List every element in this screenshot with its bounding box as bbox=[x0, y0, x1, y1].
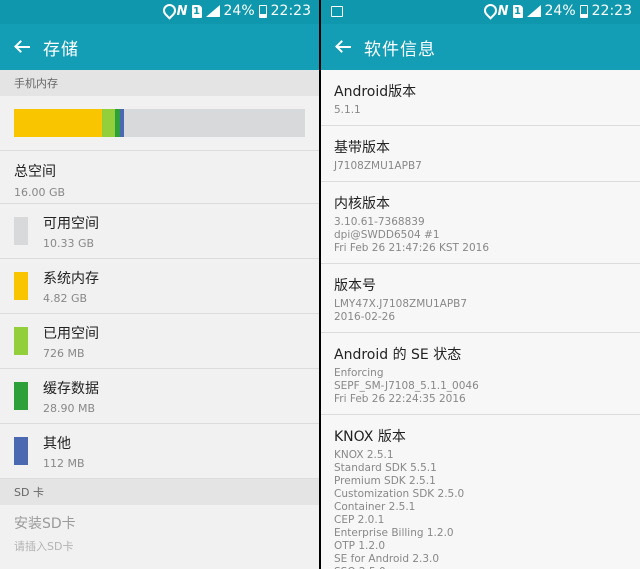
category-value: 4.82 GB bbox=[43, 291, 88, 305]
info-value-line: SE for Android 2.3.0 bbox=[334, 553, 440, 565]
system-swatch bbox=[14, 272, 28, 300]
location-icon bbox=[162, 4, 173, 18]
status-icons: N 1 24% 22:23 bbox=[162, 3, 311, 19]
info-value-line: 2016-02-26 bbox=[334, 311, 396, 323]
app-bar: 存储 bbox=[0, 24, 319, 70]
info-value-line: J7108ZMU1APB7 bbox=[334, 160, 422, 172]
status-bar: N 1 24% 22:23 bbox=[0, 0, 319, 24]
info-value-line: 3.10.61-7368839 bbox=[334, 216, 425, 228]
sd-card-header: SD 卡 bbox=[0, 479, 319, 505]
total-space: 总空间 16.00 GB bbox=[0, 151, 319, 204]
location-icon bbox=[483, 4, 494, 18]
info-value-line: Fri Feb 26 21:47:26 KST 2016 bbox=[334, 242, 489, 254]
other-swatch bbox=[14, 437, 28, 465]
status-icons: N 1 24% 22:23 bbox=[483, 3, 632, 19]
cache-swatch bbox=[14, 382, 28, 410]
category-cache[interactable]: 缓存数据 28.90 MB bbox=[0, 369, 319, 424]
category-label: 缓存数据 bbox=[43, 380, 99, 397]
install-sd-card: 安装SD卡 请插入SD卡 bbox=[0, 505, 319, 554]
info-value-line: Container 2.5.1 bbox=[334, 501, 416, 513]
category-label: 系统内存 bbox=[43, 270, 99, 287]
category-used[interactable]: 已用空间 726 MB bbox=[0, 314, 319, 369]
info-value-line: SEPF_SM-J7108_5.1.1_0046 bbox=[334, 380, 479, 392]
storage-screen: N 1 24% 22:23 存储 手机内存 总空间 16.00 GB 可用空间 … bbox=[0, 0, 319, 569]
app-bar: 软件信息 bbox=[321, 24, 640, 70]
info-value-line: Enterprise Billing 1.2.0 bbox=[334, 527, 454, 539]
info-item[interactable]: 基带版本 J7108ZMU1APB7 bbox=[321, 126, 640, 182]
storage-segment-system bbox=[14, 109, 102, 137]
screenshot-icon bbox=[331, 6, 343, 17]
info-value-line: Fri Feb 26 22:24:35 2016 bbox=[334, 393, 466, 405]
info-title: 内核版本 bbox=[334, 196, 390, 212]
info-value-line: CEP 2.0.1 bbox=[334, 514, 385, 526]
category-label: 可用空间 bbox=[43, 215, 99, 232]
info-value-line: Premium SDK 2.5.1 bbox=[334, 475, 436, 487]
software-info-list: Android版本 5.1.1 基带版本 J7108ZMU1APB7 内核版本 3.10.… bbox=[321, 70, 640, 569]
category-free[interactable]: 可用空间 10.33 GB bbox=[0, 204, 319, 259]
info-title: KNOX 版本 bbox=[334, 429, 406, 445]
category-label: 已用空间 bbox=[43, 325, 99, 342]
info-title: 基带版本 bbox=[334, 140, 390, 156]
info-item[interactable]: Android 的 SE 状态 Enforcing SEPF_SM-J7108_5.… bbox=[321, 333, 640, 415]
storage-usage-bar bbox=[14, 109, 305, 137]
info-value-line: Customization SDK 2.5.0 bbox=[334, 488, 465, 500]
category-value: 28.90 MB bbox=[43, 401, 96, 415]
nfc-icon: N bbox=[176, 3, 188, 19]
clock: 22:23 bbox=[270, 3, 311, 19]
back-arrow-icon[interactable] bbox=[335, 40, 351, 54]
signal-icon bbox=[526, 5, 541, 17]
battery-percent: 24% bbox=[544, 3, 576, 19]
info-value-line: OTP 1.2.0 bbox=[334, 540, 386, 552]
storage-bar-area bbox=[0, 96, 319, 151]
status-bar: N 1 24% 22:23 bbox=[321, 0, 640, 24]
back-arrow-icon[interactable] bbox=[14, 40, 30, 54]
page-title: 软件信息 bbox=[364, 39, 436, 60]
page-title: 存储 bbox=[43, 39, 79, 60]
signal-icon bbox=[205, 5, 220, 17]
sim-icon: 1 bbox=[191, 4, 202, 18]
nfc-icon: N bbox=[497, 3, 509, 19]
info-item[interactable]: 内核版本 3.10.61-7368839 dpi@SWDD6504 #1 Fri Fe… bbox=[321, 182, 640, 264]
screens: N 1 24% 22:23 存储 手机内存 总空间 16.00 GB 可用空间 … bbox=[0, 0, 640, 569]
category-other[interactable]: 其他 112 MB bbox=[0, 424, 319, 479]
total-space-label: 总空间 bbox=[14, 164, 56, 180]
notification-icons bbox=[331, 3, 343, 21]
info-value-line: LMY47X.J7108ZMU1APB7 bbox=[334, 298, 468, 310]
sim-icon: 1 bbox=[512, 4, 523, 18]
battery-icon bbox=[258, 4, 267, 18]
info-value-line: Standard SDK 5.5.1 bbox=[334, 462, 437, 474]
info-item[interactable]: Android版本 5.1.1 bbox=[321, 70, 640, 126]
software-info-screen: N 1 24% 22:23 软件信息 Android版本 5.1.1 基带版本 J71… bbox=[321, 0, 640, 569]
battery-icon bbox=[579, 4, 588, 18]
info-value-line: 5.1.1 bbox=[334, 104, 361, 116]
category-label: 其他 bbox=[43, 435, 71, 452]
category-value: 112 MB bbox=[43, 456, 85, 470]
info-value-line: dpi@SWDD6504 #1 bbox=[334, 229, 440, 241]
free-swatch bbox=[14, 217, 28, 245]
info-title: Android版本 bbox=[334, 84, 417, 100]
storage-segment-other bbox=[120, 109, 124, 137]
clock: 22:23 bbox=[591, 3, 632, 19]
total-space-value: 16.00 GB bbox=[14, 186, 66, 199]
category-value: 10.33 GB bbox=[43, 236, 95, 250]
used-swatch bbox=[14, 327, 28, 355]
info-item[interactable]: 版本号 LMY47X.J7108ZMU1APB7 2016-02-26 bbox=[321, 264, 640, 333]
storage-segment-used bbox=[102, 109, 115, 137]
info-value-line: Enforcing bbox=[334, 367, 384, 379]
battery-percent: 24% bbox=[223, 3, 255, 19]
category-system[interactable]: 系统内存 4.82 GB bbox=[0, 259, 319, 314]
info-title: Android 的 SE 状态 bbox=[334, 347, 462, 363]
phone-storage-header: 手机内存 bbox=[0, 70, 319, 96]
install-sd-label: 安装SD卡 bbox=[14, 516, 76, 532]
info-value-line: KNOX 2.5.1 bbox=[334, 449, 394, 461]
category-value: 726 MB bbox=[43, 346, 85, 360]
info-item[interactable]: KNOX 版本 KNOX 2.5.1 Standard SDK 5.5.1 Premi… bbox=[321, 415, 640, 569]
info-title: 版本号 bbox=[334, 278, 376, 294]
install-sd-hint: 请插入SD卡 bbox=[14, 540, 74, 553]
